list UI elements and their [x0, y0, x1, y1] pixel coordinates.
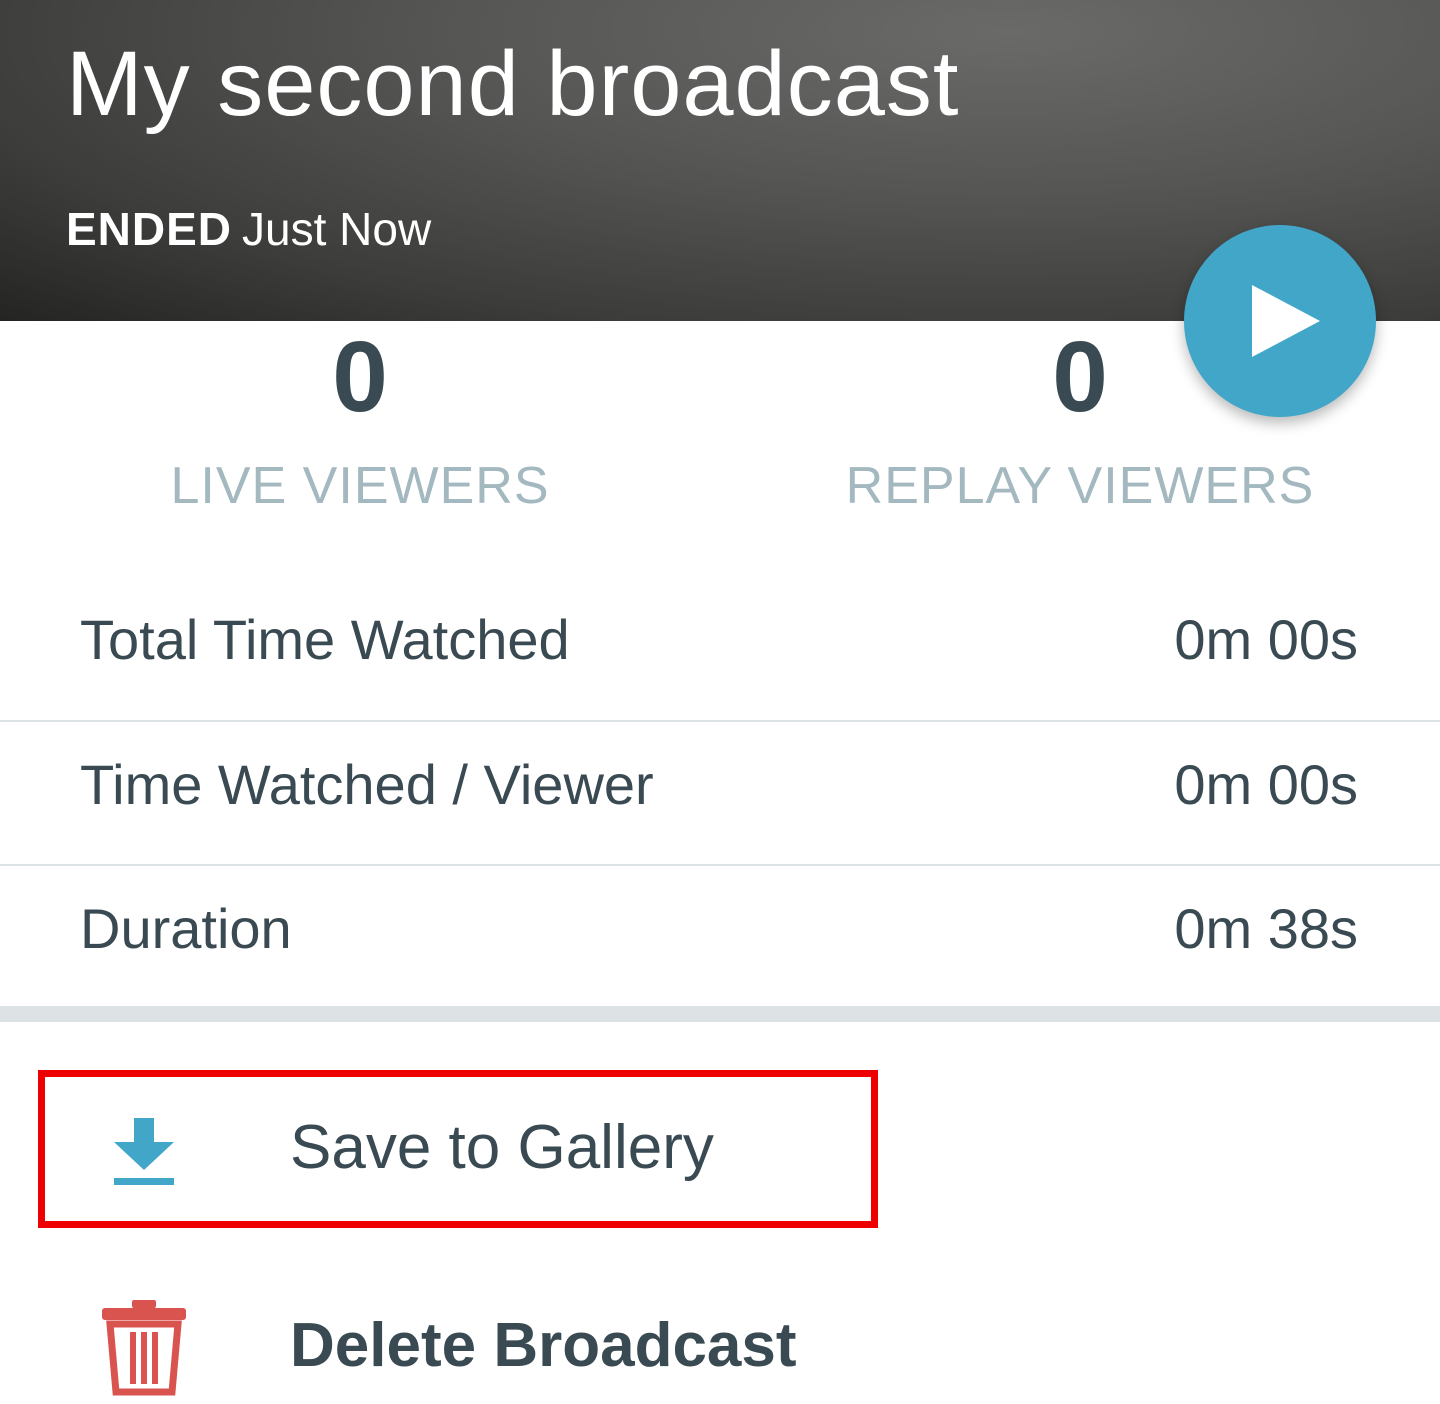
metric-value: 0m 00s: [1174, 753, 1358, 816]
live-viewers-stat: 0 LIVE VIEWERS: [100, 322, 620, 516]
metric-row-duration: Duration 0m 38s: [0, 864, 1440, 1009]
save-to-gallery-button[interactable]: Save to Gallery: [0, 1068, 900, 1228]
trash-icon: [102, 1300, 186, 1396]
status-badge: ENDED: [66, 203, 233, 255]
section-divider: [0, 1006, 1440, 1022]
delete-broadcast-button[interactable]: Delete Broadcast: [0, 1268, 900, 1404]
metric-row-time-per-viewer: Time Watched / Viewer 0m 00s: [0, 720, 1440, 865]
broadcast-summary-screen: My second broadcast ENDED Just Now 0 LIVE…: [0, 0, 1440, 1404]
metric-label: Time Watched / Viewer: [80, 753, 654, 816]
live-viewers-count: 0: [332, 321, 388, 433]
save-to-gallery-label: Save to Gallery: [290, 1113, 714, 1182]
status-time: Just Now: [242, 203, 432, 255]
replay-viewers-count: 0: [1052, 321, 1108, 433]
replay-viewers-label: REPLAY VIEWERS: [845, 457, 1315, 515]
metric-label: Total Time Watched: [80, 608, 570, 671]
metric-row-total-time-watched: Total Time Watched 0m 00s: [0, 577, 1440, 720]
broadcast-status: ENDED Just Now: [66, 202, 431, 256]
metric-label: Duration: [80, 897, 292, 960]
replay-viewers-stat: 0 REPLAY VIEWERS: [820, 322, 1340, 516]
page-title: My second broadcast: [66, 33, 960, 135]
metric-value: 0m 38s: [1174, 897, 1358, 960]
delete-broadcast-label: Delete Broadcast: [290, 1311, 797, 1380]
live-viewers-label: LIVE VIEWERS: [170, 457, 550, 515]
download-icon: [114, 1118, 174, 1185]
metric-value: 0m 00s: [1174, 608, 1358, 671]
